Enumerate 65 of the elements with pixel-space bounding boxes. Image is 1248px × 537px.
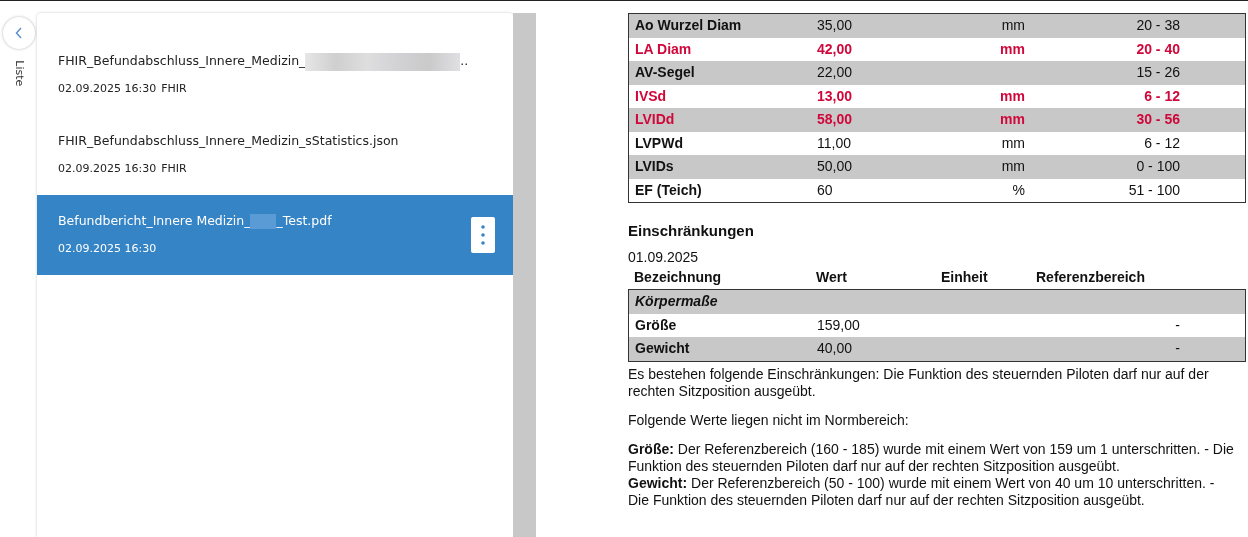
table-cell-text: AV-Segel [634, 64, 696, 82]
table-cell-text: 30 - 56 [1135, 111, 1181, 129]
column-header: Einheit [940, 269, 989, 286]
group-label: Körpermaße [634, 293, 719, 311]
sidebar-label[interactable]: Liste [10, 60, 27, 87]
table-cell-text: 15 - 26 [1135, 64, 1181, 82]
file-name: FHIR_Befundabschluss_Innere_Medizin_sStatistics.json [58, 132, 399, 151]
table-cell: mm [1000, 87, 1025, 104]
more-button[interactable] [471, 217, 495, 253]
column-header: Wert [815, 269, 848, 286]
table-cell-text: LVPWd [634, 134, 684, 152]
table-cell-text: 20 - 40 [1135, 40, 1181, 58]
chevron-left-icon [14, 27, 23, 39]
table-cell: % [1012, 181, 1025, 198]
table-cell: mm [1000, 111, 1025, 128]
file-list-item[interactable]: FHIR_Befundabschluss_Innere_Medizin_ .. 02.09.2025 16:30 FHIR [37, 35, 513, 115]
finding-text: Größe: Der Referenzbereich (160 - 185) wurde mit einem Wert von 159 um 1 unterschritten. - Die Funktion des steuernden Piloten darf nur auf der rechten Sitzposition ausgeübt. [628, 440, 1235, 475]
table-cell-text: LVIDd [634, 111, 676, 129]
file-date: 02.09.2025 16:30 [58, 241, 157, 258]
table-cell-text: IVSd [634, 87, 668, 105]
file-source: FHIR [161, 161, 187, 178]
table-cell: mm [1000, 40, 1025, 57]
table-cell-text: 58,00 [816, 111, 854, 129]
table-cell-text: 50,00 [816, 158, 854, 176]
intro-text: Folgende Werte liegen nicht im Normbereich: [628, 411, 910, 429]
table-cell-text: 20 - 38 [1135, 17, 1181, 35]
table-cell: mm [1001, 158, 1025, 175]
table-cell-text: 22,00 [816, 64, 854, 82]
table-cell-text: 6 - 12 [1143, 87, 1181, 105]
file-list-item[interactable]: Befundbericht_Innere Medizin_ _Test.pdf 02.09.2025 16:30 [37, 195, 513, 275]
table-cell-text: LVIDs [634, 158, 675, 176]
back-button[interactable] [2, 17, 35, 49]
table-cell-text: Gewicht [634, 340, 691, 358]
redacted-block [250, 214, 277, 230]
table-cell-text: 60 [816, 181, 834, 199]
table-cell-text: 159,00 [816, 316, 861, 334]
table-cell-text: 11,00 [816, 134, 852, 152]
file-name: FHIR_Befundabschluss_Innere_Medizin_ .. [58, 52, 469, 72]
column-header: Referenzbereich [1035, 269, 1146, 286]
table-cell-text: Größe [634, 316, 678, 334]
section-heading: Einschränkungen [628, 222, 755, 239]
table-cell-text: - [1174, 316, 1181, 334]
table-cell: mm [1001, 17, 1025, 34]
file-name: Befundbericht_Innere Medizin_ _Test.pdf [58, 212, 332, 232]
table-cell: mm [1001, 134, 1025, 151]
table-cell-text: 51 - 100 [1127, 181, 1181, 199]
finding-text: Gewicht: Der Referenzbereich (50 - 100) wurde mit einem Wert von 40 um 10 unterschritten. - Die Funktion des steuernden Piloten darf nur auf der rechten Sitzposition ausgeübt. [628, 474, 1216, 509]
table-cell-text: 0 - 100 [1135, 158, 1181, 176]
file-list-item[interactable]: FHIR_Befundabschluss_Innere_Medizin_sStatistics.json 02.09.2025 16:30 FHIR [37, 115, 513, 195]
table-cell-text: - [1174, 340, 1181, 358]
table-cell-text: 35,00 [816, 17, 854, 35]
restriction-text: Es bestehen folgende Einschränkungen: Die Funktion des steuernden Piloten darf nur auf der rechten Sitzposition ausgeübt. [628, 365, 1210, 400]
file-date: 02.09.2025 16:30 [58, 161, 157, 178]
more-vertical-icon [481, 224, 485, 246]
table-cell-text: 13,00 [816, 87, 854, 105]
table-cell-text: 40,00 [816, 340, 854, 358]
section-date: 01.09.2025 [628, 249, 700, 266]
column-header: Bezeichnung [633, 269, 723, 286]
file-date: 02.09.2025 16:30 [58, 81, 157, 98]
table-cell-text: LA Diam [634, 40, 693, 58]
table-cell-text: 6 - 12 [1143, 134, 1181, 152]
file-source: FHIR [161, 81, 187, 98]
table-cell-text: EF (Teich) [634, 181, 703, 199]
table-cell-text: 42,00 [816, 40, 854, 58]
table-cell-text: Ao Wurzel Diam [634, 17, 743, 35]
